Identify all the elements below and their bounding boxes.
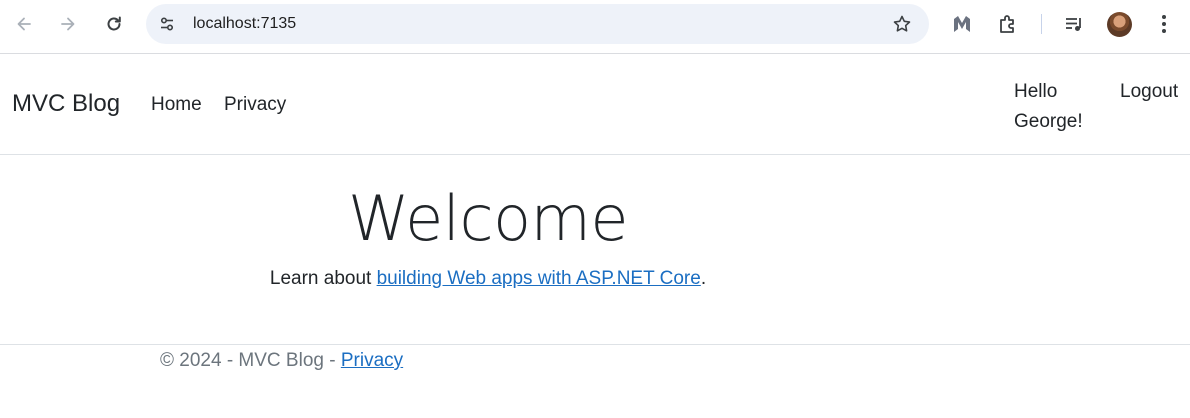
browser-toolbar: localhost:7135: [0, 0, 1190, 54]
footer-copyright: © 2024 - MVC Blog -: [160, 350, 341, 371]
navbar-brand[interactable]: MVC Blog: [12, 90, 120, 118]
greeting-line-2: George!: [1014, 111, 1083, 132]
profile-avatar[interactable]: [1107, 12, 1132, 37]
malwarebytes-icon[interactable]: [948, 10, 976, 38]
extensions-icon[interactable]: [994, 10, 1022, 38]
nav-link-privacy[interactable]: Privacy: [224, 94, 286, 116]
reading-list-icon[interactable]: [1060, 10, 1088, 38]
footer-privacy-link[interactable]: Privacy: [341, 350, 403, 371]
reload-button[interactable]: [99, 9, 129, 39]
menu-icon[interactable]: [1150, 10, 1178, 38]
aspnet-docs-link[interactable]: building Web apps with ASP.NET Core: [377, 268, 701, 289]
url-text[interactable]: localhost:7135: [193, 15, 296, 33]
site-footer: © 2024 - MVC Blog - Privacy: [0, 344, 1190, 418]
nav-link-home[interactable]: Home: [151, 94, 202, 116]
reload-icon: [107, 16, 121, 31]
lead-prefix: Learn about: [269, 268, 377, 289]
lead-text: Learn about building Web apps with ASP.N…: [0, 268, 976, 290]
forward-icon: [61, 17, 75, 31]
user-greeting[interactable]: Hello George!: [1014, 77, 1104, 137]
page-title: Welcome: [347, 182, 629, 255]
lead-suffix: .: [700, 268, 707, 289]
toolbar-separator: [1041, 14, 1042, 34]
greeting-line-1: Hello: [1014, 81, 1058, 102]
site-settings-icon[interactable]: [156, 13, 178, 35]
back-button[interactable]: [9, 9, 39, 39]
back-icon: [17, 17, 31, 31]
forward-button[interactable]: [53, 9, 83, 39]
bookmark-star-icon[interactable]: [891, 13, 913, 35]
logout-link[interactable]: Logout: [1120, 77, 1178, 107]
footer-text: © 2024 - MVC Blog - Privacy: [160, 350, 403, 372]
site-navbar: MVC Blog Home Privacy Hello George! Logo…: [0, 54, 1190, 155]
address-bar[interactable]: localhost:7135: [146, 4, 929, 44]
